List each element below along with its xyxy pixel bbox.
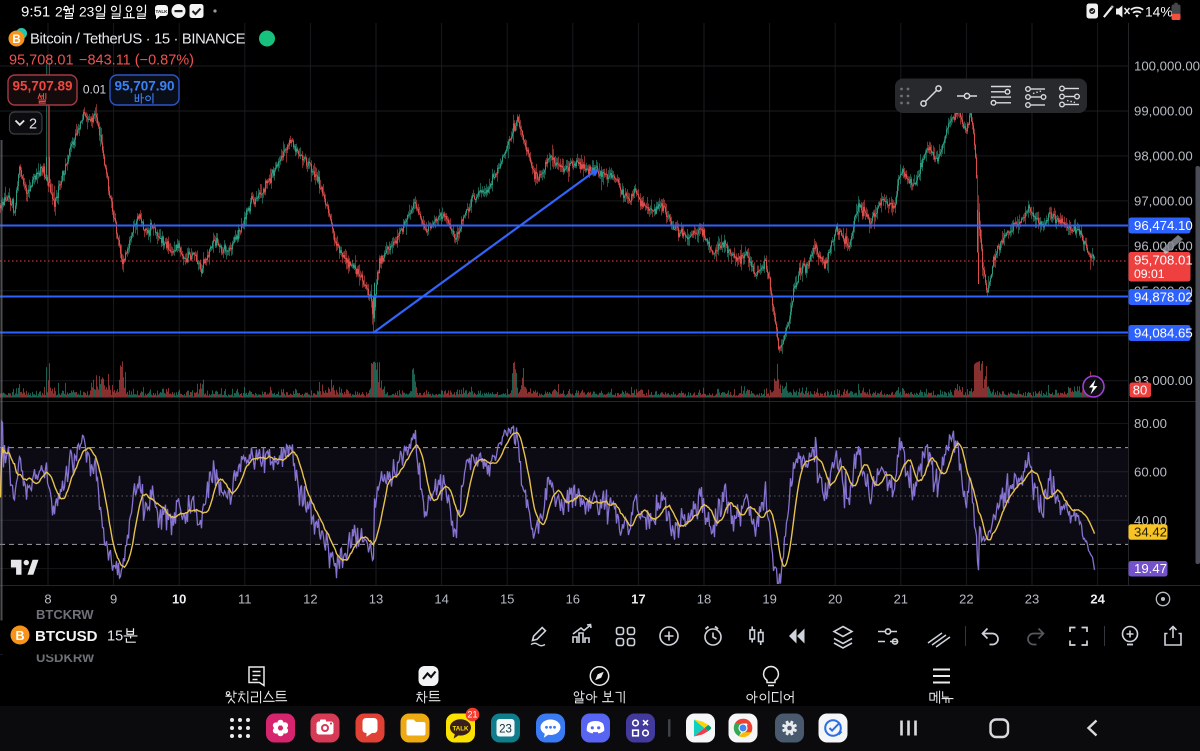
svg-text:95,707.90: 95,707.90 — [114, 79, 174, 94]
svg-text:B: B — [15, 629, 24, 643]
svg-text:22: 22 — [959, 592, 973, 607]
svg-text:18: 18 — [697, 592, 711, 607]
svg-text:95,707.89: 95,707.89 — [12, 79, 72, 94]
svg-text:9: 9 — [110, 592, 117, 607]
svg-text:97,000.00: 97,000.00 — [1134, 193, 1193, 208]
svg-text:95,708.01: 95,708.01 — [9, 53, 74, 69]
svg-text:2: 2 — [55, 5, 63, 20]
svg-text:23: 23 — [499, 724, 512, 736]
svg-text:94,878.02: 94,878.02 — [1134, 290, 1193, 305]
svg-text:2: 2 — [29, 117, 37, 133]
svg-text:24: 24 — [1090, 592, 1105, 607]
svg-text:21: 21 — [467, 710, 477, 720]
svg-text:98,000.00: 98,000.00 — [1134, 149, 1193, 164]
svg-text:60.00: 60.00 — [1134, 464, 1167, 479]
svg-text:80.00: 80.00 — [1134, 416, 1167, 431]
svg-text:100,000.00: 100,000.00 — [1134, 59, 1200, 74]
svg-text:95,708.01: 95,708.01 — [1134, 252, 1193, 267]
svg-text:16: 16 — [566, 592, 580, 607]
svg-text:15: 15 — [500, 592, 514, 607]
svg-text:14%: 14% — [1145, 5, 1173, 20]
svg-text:34.42: 34.42 — [1134, 525, 1167, 540]
svg-text:11: 11 — [238, 592, 252, 607]
svg-text:19: 19 — [762, 592, 776, 607]
svg-text:15: 15 — [107, 629, 123, 645]
svg-text:Bitcoin / TetherUS · 15 · BINA: Bitcoin / TetherUS · 15 · BINANCE — [30, 32, 246, 48]
svg-text:94,084.65: 94,084.65 — [1134, 326, 1193, 341]
svg-text:23: 23 — [1025, 592, 1039, 607]
svg-text:09:01: 09:01 — [1134, 267, 1165, 281]
svg-text:23: 23 — [79, 5, 95, 20]
svg-text:13: 13 — [369, 592, 383, 607]
svg-text:12: 12 — [303, 592, 317, 607]
svg-text:TALK: TALK — [452, 726, 469, 733]
svg-text:TALK: TALK — [156, 9, 169, 14]
svg-text:BTCUSD: BTCUSD — [35, 628, 98, 645]
svg-text:BTCKRW: BTCKRW — [36, 607, 94, 622]
svg-text:17: 17 — [631, 592, 645, 607]
svg-text:10: 10 — [172, 592, 186, 607]
svg-text:21: 21 — [894, 592, 908, 607]
svg-text:−843.11 (−0.87%): −843.11 (−0.87%) — [79, 53, 194, 69]
svg-text:99,000.00: 99,000.00 — [1134, 104, 1193, 119]
svg-text:80: 80 — [1133, 383, 1147, 398]
svg-text:B: B — [12, 34, 20, 46]
svg-text:14: 14 — [434, 592, 448, 607]
svg-text:20: 20 — [828, 592, 842, 607]
svg-text:0.01: 0.01 — [83, 83, 107, 97]
svg-text:9:51: 9:51 — [21, 4, 50, 21]
svg-text:8: 8 — [44, 592, 51, 607]
svg-text:19.47: 19.47 — [1134, 561, 1167, 576]
svg-text:96,474.10: 96,474.10 — [1134, 218, 1193, 233]
